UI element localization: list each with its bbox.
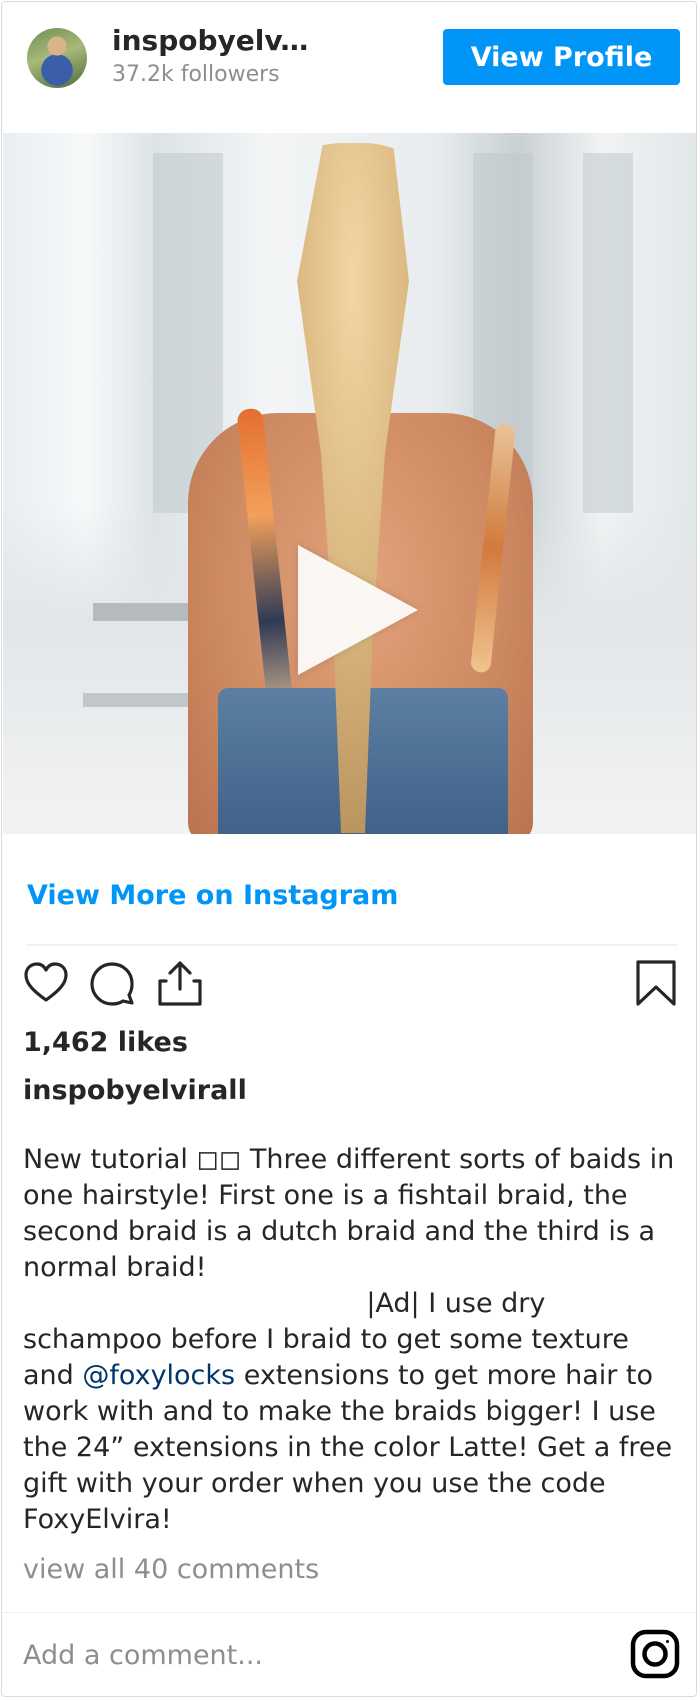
bookmark-icon[interactable]	[630, 957, 682, 1009]
mention-link[interactable]: @foxylocks	[82, 1360, 235, 1391]
background-window	[583, 153, 633, 513]
background-step	[83, 693, 193, 707]
avatar[interactable]	[27, 28, 87, 88]
share-icon[interactable]	[154, 957, 206, 1009]
profile-username[interactable]: inspobyelv...	[112, 24, 312, 57]
post-video[interactable]	[3, 133, 696, 834]
view-more-link[interactable]: View More on Instagram	[27, 880, 398, 911]
view-comments-link[interactable]: view all 40 comments	[23, 1554, 319, 1585]
view-profile-button[interactable]: View Profile	[443, 29, 680, 85]
post-actions	[2, 957, 696, 1017]
follower-count: 37.2k followers	[112, 62, 280, 87]
divider	[27, 944, 677, 946]
comment-input[interactable]	[23, 1633, 543, 1677]
caption-username[interactable]: inspobyelvirall	[23, 1075, 247, 1106]
caption-text: New tutorial ◻◻ Three different sorts of…	[23, 1144, 675, 1391]
instagram-logo-icon[interactable]	[630, 1629, 680, 1679]
comment-bar	[2, 1612, 696, 1696]
play-icon[interactable]	[298, 545, 418, 675]
like-count[interactable]: 1,462 likes	[23, 1027, 188, 1058]
post-header: inspobyelv... 37.2k followers View Profi…	[2, 2, 696, 133]
heart-icon[interactable]	[20, 957, 72, 1009]
comment-icon[interactable]	[86, 957, 138, 1009]
post-caption: New tutorial ◻◻ Three different sorts of…	[23, 1142, 683, 1538]
instagram-embed-card: inspobyelv... 37.2k followers View Profi…	[1, 1, 697, 1697]
